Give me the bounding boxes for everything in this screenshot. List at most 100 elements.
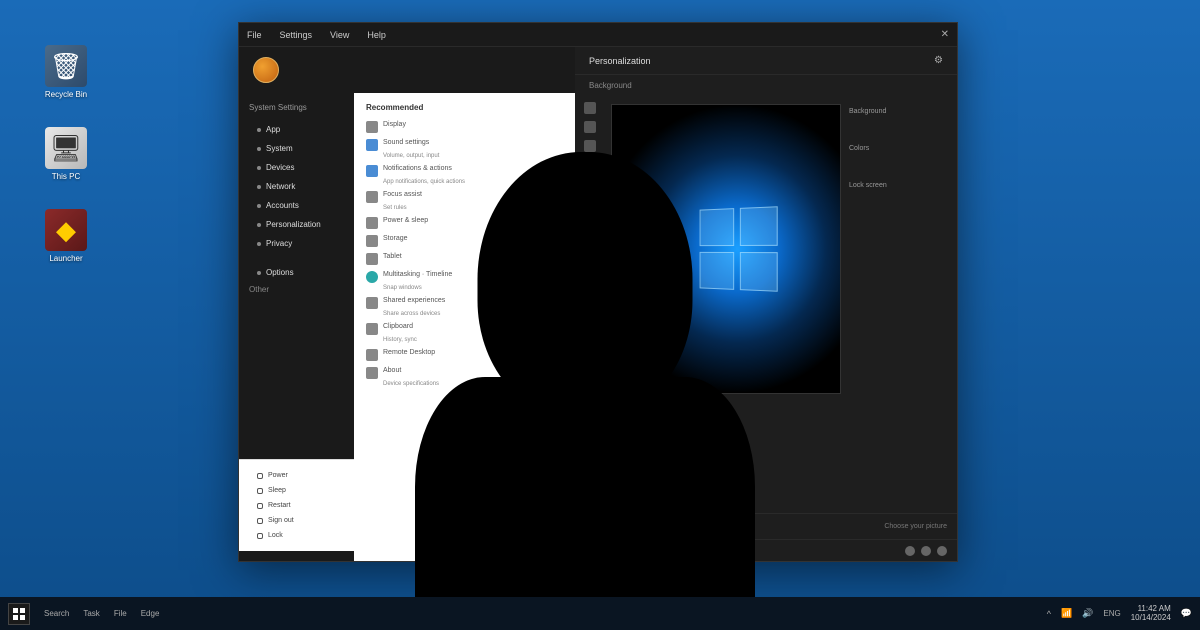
tool-icon[interactable] — [584, 273, 596, 285]
taskbar-file[interactable]: File — [114, 609, 127, 618]
desktop-icon-app[interactable]: ◆ Launcher — [40, 209, 92, 263]
panel-header: Personalization ⚙ — [575, 47, 957, 75]
nav-item-app[interactable]: App — [239, 120, 354, 139]
tool-icon[interactable] — [584, 235, 596, 247]
nav-item-devices[interactable]: Devices — [239, 158, 354, 177]
detail-tablet[interactable]: Tablet — [366, 252, 563, 265]
recycle-icon: 🗑 — [45, 45, 87, 87]
tool-icon[interactable] — [584, 121, 596, 133]
tool-icon[interactable] — [584, 197, 596, 209]
detail-multitask[interactable]: Multitasking · Timeline — [366, 270, 563, 283]
detail-remote[interactable]: Remote Desktop — [366, 348, 563, 361]
tray-icon[interactable] — [905, 546, 915, 556]
detail-display[interactable]: Display — [366, 120, 563, 133]
tool-icon[interactable] — [584, 140, 596, 152]
taskbar-edge[interactable]: Edge — [141, 609, 160, 618]
detail-storage[interactable]: Storage — [366, 234, 563, 247]
detail-sub: App notifications, quick actions — [383, 179, 563, 185]
menu-settings[interactable]: Settings — [280, 30, 313, 40]
detail-notifications[interactable]: Notifications & actions — [366, 164, 563, 177]
menu-view[interactable]: View — [330, 30, 349, 40]
taskbar-task[interactable]: Task — [83, 609, 99, 618]
notification-icon[interactable]: 💬 — [1181, 608, 1192, 619]
nav-sub: Other — [239, 282, 354, 297]
tool-icon[interactable] — [584, 102, 596, 114]
detail-focus[interactable]: Focus assist — [366, 190, 563, 203]
computer-icon: 🖥 — [45, 127, 87, 169]
foot-lock[interactable]: Lock — [239, 528, 354, 543]
detail-power[interactable]: Power & sleep — [366, 216, 563, 229]
panel-footer: Browse Choose your picture — [575, 513, 957, 539]
opt-colors[interactable]: Colors — [849, 145, 941, 152]
avatar — [253, 57, 279, 83]
tool-icon[interactable] — [584, 292, 596, 304]
tool-icon[interactable] — [584, 349, 596, 361]
foot-sleep[interactable]: Sleep — [239, 483, 354, 498]
nav-column: System Settings App System Devices Netwo… — [239, 93, 354, 561]
side-options: Background Colors Lock screen — [841, 96, 949, 513]
foot-power[interactable]: Power — [239, 468, 354, 483]
panel-body: Background Colors Lock screen — [575, 96, 957, 513]
chevron-up-icon[interactable]: ^ — [1047, 609, 1051, 619]
taskbar: Search Task File Edge ^ 📶 🔊 ENG 11:42 AM… — [0, 597, 1200, 630]
windows-icon — [13, 608, 25, 620]
tool-icon[interactable] — [584, 216, 596, 228]
menu-file[interactable]: File — [247, 30, 262, 40]
tool-strip — [575, 96, 605, 513]
nav-header: System Settings — [239, 103, 354, 120]
nav-item-personalization[interactable]: Personalization — [239, 215, 354, 234]
date-text: 10/14/2024 — [1131, 614, 1171, 623]
close-icon[interactable]: ✕ — [941, 29, 949, 40]
detail-sound[interactable]: Sound settings — [366, 138, 563, 151]
preview-area: Background Colors Lock screen — [605, 96, 957, 513]
personalization-panel: Personalization ⚙ Background — [575, 47, 957, 561]
nav-item-options[interactable]: Options — [239, 263, 354, 282]
detail-sub: Device specifications — [383, 381, 563, 387]
nav-item-system[interactable]: System — [239, 139, 354, 158]
tool-icon[interactable] — [584, 159, 596, 171]
desktop-icon-pc[interactable]: 🖥 This PC — [40, 127, 92, 181]
opt-lockscreen[interactable]: Lock screen — [849, 182, 941, 189]
tool-icon[interactable] — [584, 254, 596, 266]
tray-icon[interactable] — [921, 546, 931, 556]
desktop-icon-label: Launcher — [49, 254, 82, 263]
settings-window: File Settings View Help ✕ System Setting… — [238, 22, 958, 562]
detail-header: Recommended — [366, 103, 563, 112]
detail-clipboard[interactable]: Clipboard — [366, 322, 563, 335]
opt-background[interactable]: Background — [849, 108, 941, 115]
start-button[interactable] — [8, 603, 30, 625]
tray-icon[interactable] — [937, 546, 947, 556]
foot-signout[interactable]: Sign out — [239, 513, 354, 528]
browse-tab[interactable]: Browse — [585, 520, 622, 533]
foot-restart[interactable]: Restart — [239, 498, 354, 513]
detail-about[interactable]: About — [366, 366, 563, 379]
user-row[interactable] — [239, 47, 575, 93]
volume-icon[interactable]: 🔊 — [1082, 608, 1093, 619]
clock[interactable]: 11:42 AM 10/14/2024 — [1131, 605, 1171, 623]
detail-sub: Share across devices — [383, 311, 563, 317]
taskbar-search[interactable]: Search — [44, 609, 69, 618]
window-body: System Settings App System Devices Netwo… — [239, 47, 957, 561]
desktop-icons: 🗑 Recycle Bin 🖥 This PC ◆ Launcher — [40, 45, 92, 263]
detail-sub: History, sync — [383, 337, 563, 343]
windows-logo-icon — [700, 206, 778, 292]
gear-icon[interactable]: ⚙ — [934, 55, 943, 66]
nav-item-accounts[interactable]: Accounts — [239, 196, 354, 215]
detail-sub: Set rules — [383, 205, 563, 211]
menu-bar: File Settings View Help ✕ — [239, 23, 957, 47]
wifi-icon[interactable]: 📶 — [1061, 608, 1072, 619]
wallpaper-preview[interactable] — [611, 104, 841, 394]
nav-item-network[interactable]: Network — [239, 177, 354, 196]
tool-icon[interactable] — [584, 311, 596, 323]
lang-indicator[interactable]: ENG — [1103, 609, 1120, 618]
detail-shared[interactable]: Shared experiences — [366, 296, 563, 309]
menu-help[interactable]: Help — [367, 30, 386, 40]
nav-item-privacy[interactable]: Privacy — [239, 234, 354, 253]
desktop-icon-recycle[interactable]: 🗑 Recycle Bin — [40, 45, 92, 99]
tool-icon[interactable] — [584, 178, 596, 190]
tool-icon[interactable] — [584, 330, 596, 342]
footer-text: Choose your picture — [884, 523, 947, 530]
panel-subtitle: Background — [575, 75, 957, 96]
desktop-icon-label: This PC — [52, 172, 80, 181]
panel-title: Personalization — [589, 56, 651, 66]
